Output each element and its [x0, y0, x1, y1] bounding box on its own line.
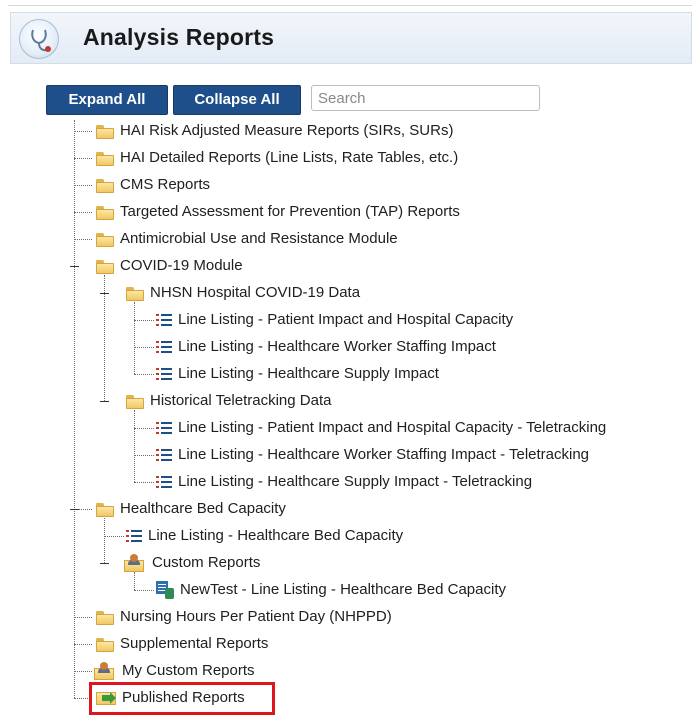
collapse-toggle-covid[interactable]	[70, 262, 79, 271]
tree-item-ll-patient-tt[interactable]: Line Listing - Patient Impact and Hospit…	[156, 414, 606, 441]
tree-connector	[134, 302, 135, 374]
custom-reports-folder-icon	[124, 553, 146, 572]
tree-item-ll-supply-tt[interactable]: Line Listing - Healthcare Supply Impact …	[156, 468, 532, 495]
tree-item-hai-risk[interactable]: HAI Risk Adjusted Measure Reports (SIRs,…	[96, 117, 453, 144]
folder-icon	[96, 232, 114, 247]
folder-icon	[96, 151, 114, 166]
tree-item-ll-worker[interactable]: Line Listing - Healthcare Worker Staffin…	[156, 333, 496, 360]
stethoscope-icon	[19, 19, 59, 59]
custom-reports-folder-icon	[94, 661, 116, 680]
tree-connector	[134, 320, 154, 321]
tree-connector	[134, 410, 135, 482]
tree-item-label: Line Listing - Patient Impact and Hospit…	[178, 311, 514, 328]
folder-icon	[96, 259, 114, 274]
tree-item-tap[interactable]: Targeted Assessment for Prevention (TAP)…	[96, 198, 460, 225]
collapse-toggle-custom-reports[interactable]	[100, 559, 109, 568]
tree-item-my-custom[interactable]: My Custom Reports	[94, 657, 255, 684]
tree-item-ll-worker-tt[interactable]: Line Listing - Healthcare Worker Staffin…	[156, 441, 589, 468]
tree-item-ll-bed[interactable]: Line Listing - Healthcare Bed Capacity	[126, 522, 403, 549]
tree-item-label: Line Listing - Healthcare Worker Staffin…	[178, 446, 590, 463]
tree-item-custom-reports[interactable]: Custom Reports	[124, 549, 260, 576]
line-listing-icon	[156, 313, 172, 327]
tree-item-label: Healthcare Bed Capacity	[120, 500, 286, 517]
tree-connector	[74, 131, 92, 132]
search-input[interactable]	[311, 85, 540, 111]
tree-connector	[74, 185, 92, 186]
tree-item-label: HAI Risk Adjusted Measure Reports (SIRs,…	[120, 122, 454, 139]
tree-connector	[134, 590, 154, 591]
line-listing-icon	[156, 367, 172, 381]
tree-item-ll-patient[interactable]: Line Listing - Patient Impact and Hospit…	[156, 306, 513, 333]
tree-connector	[74, 158, 92, 159]
tree-item-antimicrobial[interactable]: Antimicrobial Use and Resistance Module	[96, 225, 398, 252]
tree-connector	[74, 671, 92, 672]
folder-icon	[96, 502, 114, 517]
tree-connector	[134, 428, 154, 429]
folder-icon	[126, 394, 144, 409]
tree-item-label: Nursing Hours Per Patient Day (NHPPD)	[120, 608, 392, 625]
tree-connector	[74, 644, 92, 645]
folder-icon	[126, 286, 144, 301]
folder-icon	[96, 205, 114, 220]
collapse-toggle-nhsn[interactable]	[100, 289, 109, 298]
line-listing-icon	[156, 340, 172, 354]
tree-item-label: Line Listing - Healthcare Worker Staffin…	[178, 338, 496, 355]
collapse-all-button[interactable]: Collapse All	[173, 85, 301, 115]
collapse-toggle-bed-capacity[interactable]	[70, 505, 79, 514]
tree-item-label: HAI Detailed Reports (Line Lists, Rate T…	[120, 149, 459, 166]
tree-connector	[74, 698, 90, 699]
tree-connector	[74, 239, 92, 240]
collapse-toggle-historical[interactable]	[100, 397, 109, 406]
tree-item-covid[interactable]: COVID-19 Module	[96, 252, 243, 279]
line-listing-icon	[156, 421, 172, 435]
folder-icon	[96, 178, 114, 193]
tree-item-nhppd[interactable]: Nursing Hours Per Patient Day (NHPPD)	[96, 603, 392, 630]
tree-item-label: My Custom Reports	[122, 662, 255, 679]
tree-item-hai-detailed[interactable]: HAI Detailed Reports (Line Lists, Rate T…	[96, 144, 458, 171]
tree-item-label: Custom Reports	[152, 554, 261, 571]
tree-connector	[74, 617, 92, 618]
tree-connector	[134, 374, 154, 375]
top-divider	[8, 5, 692, 6]
tree-connector	[134, 482, 154, 483]
tree-connector	[104, 518, 105, 563]
tree-connector	[134, 347, 154, 348]
tree-item-ll-supply[interactable]: Line Listing - Healthcare Supply Impact	[156, 360, 439, 387]
published-reports-highlight	[89, 682, 275, 715]
tree-item-historical[interactable]: Historical Teletracking Data	[126, 387, 331, 414]
line-listing-icon	[126, 529, 142, 543]
tree-item-label: Antimicrobial Use and Resistance Module	[120, 230, 398, 247]
tree-item-label: Line Listing - Healthcare Bed Capacity	[148, 527, 404, 544]
line-listing-icon	[156, 448, 172, 462]
page-header: Analysis Reports	[10, 12, 692, 64]
tree-item-label: Historical Teletracking Data	[150, 392, 332, 409]
tree-item-label: NewTest - Line Listing - Healthcare Bed …	[180, 581, 506, 598]
tree-connector	[134, 455, 154, 456]
tree-item-label: Supplemental Reports	[120, 635, 269, 652]
tree-connector	[74, 120, 75, 698]
line-listing-icon	[156, 475, 172, 489]
tree-item-label: Targeted Assessment for Prevention (TAP)…	[120, 203, 460, 220]
tree-connector	[104, 536, 124, 537]
tree-connector	[74, 212, 92, 213]
folder-icon	[96, 610, 114, 625]
tree-item-label: Line Listing - Healthcare Supply Impact …	[178, 473, 533, 490]
page-title: Analysis Reports	[83, 24, 275, 50]
tree-item-label: Line Listing - Patient Impact and Hospit…	[178, 419, 607, 436]
folder-icon	[96, 637, 114, 652]
tree-item-nhsn-covid[interactable]: NHSN Hospital COVID-19 Data	[126, 279, 360, 306]
folder-icon	[96, 124, 114, 139]
tree-item-supplemental[interactable]: Supplemental Reports	[96, 630, 268, 657]
tree-item-label: Line Listing - Healthcare Supply Impact	[178, 365, 439, 382]
tree-item-cms[interactable]: CMS Reports	[96, 171, 210, 198]
tree-item-label: CMS Reports	[120, 176, 211, 193]
tree-item-label: COVID-19 Module	[120, 257, 243, 274]
custom-line-listing-icon	[156, 580, 174, 599]
expand-all-button[interactable]: Expand All	[46, 85, 168, 115]
tree-item-bed-capacity[interactable]: Healthcare Bed Capacity	[96, 495, 286, 522]
tree-item-label: NHSN Hospital COVID-19 Data	[150, 284, 361, 301]
tree-item-newtest[interactable]: NewTest - Line Listing - Healthcare Bed …	[156, 576, 506, 603]
